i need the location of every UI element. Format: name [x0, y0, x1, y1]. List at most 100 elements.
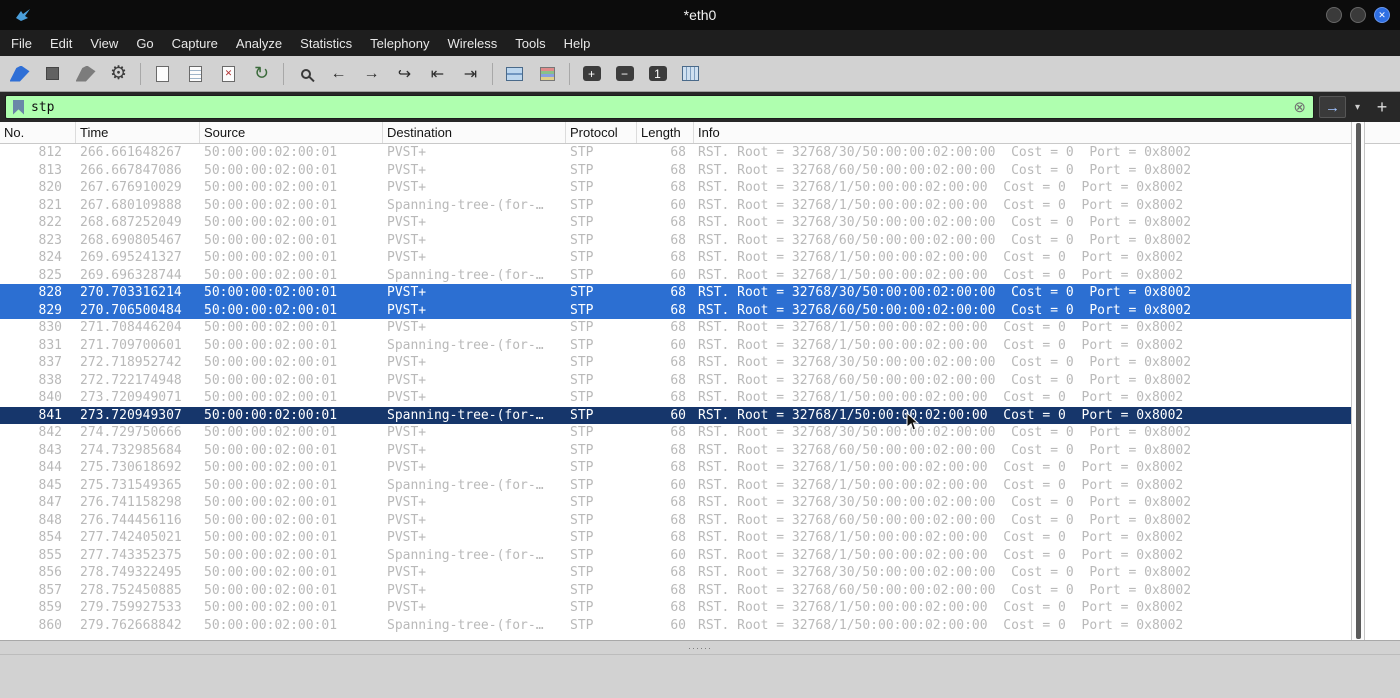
packet-row[interactable]: 824 269.695241327 50:00:00:02:00:01 PVST+ ST… — [0, 249, 1351, 267]
main-toolbar: ⚙ ✕ ↻ ← → ↪ ⇤ ⇥ + −1 — [0, 56, 1400, 92]
menu-file[interactable]: File — [2, 32, 41, 55]
cell-destination: PVST+ — [387, 250, 427, 265]
find-packet-button[interactable] — [290, 60, 321, 88]
packet-row[interactable]: 848 276.744456116 50:00:00:02:00:01 PVST+ ST… — [0, 512, 1351, 530]
column-header-source[interactable]: Source — [200, 122, 383, 143]
packet-row[interactable]: 842 274.729750666 50:00:00:02:00:01 PVST+ ST… — [0, 424, 1351, 442]
column-header-info[interactable]: Info — [694, 122, 1400, 143]
cell-no: 843 — [38, 442, 62, 458]
column-header-time[interactable]: Time — [76, 122, 200, 143]
cell-no: 830 — [38, 320, 62, 335]
packet-row[interactable]: 857 278.752450885 50:00:00:02:00:01 PVST+ ST… — [0, 582, 1351, 600]
cell-info: RST. Root = 32768/1/50:00:00:02:00:00 Co… — [698, 180, 1184, 195]
menu-help[interactable]: Help — [555, 32, 600, 55]
packet-row[interactable]: 825 269.696328744 50:00:00:02:00:01 Spannin… — [0, 267, 1351, 285]
packet-row[interactable]: 856 278.749322495 50:00:00:02:00:01 PVST+ ST… — [0, 564, 1351, 582]
colorize-button[interactable] — [532, 60, 563, 88]
close-button[interactable]: ✕ — [1374, 7, 1390, 23]
save-file-button[interactable] — [180, 60, 211, 88]
toolbar-separator — [140, 62, 141, 85]
scrollbar-thumb[interactable] — [1356, 123, 1361, 639]
zoom-in-button[interactable]: + — [576, 60, 607, 88]
packet-row[interactable]: 859 279.759927533 50:00:00:02:00:01 PVST+ ST… — [0, 599, 1351, 617]
cell-source: 50:00:00:02:00:01 — [204, 267, 338, 283]
cell-length: 60 — [670, 477, 686, 493]
go-to-packet-button[interactable]: ↪ — [389, 60, 420, 88]
menu-go[interactable]: Go — [127, 32, 162, 55]
cell-no: 828 — [38, 285, 62, 300]
packet-row[interactable]: 837 272.718952742 50:00:00:02:00:01 PVST+ ST… — [0, 354, 1351, 372]
packet-row[interactable]: 845 275.731549365 50:00:00:02:00:01 Spannin… — [0, 477, 1351, 495]
packet-row[interactable]: 840 273.720949071 50:00:00:02:00:01 PVST+ ST… — [0, 389, 1351, 407]
filter-add-button[interactable]: + — [1369, 97, 1395, 118]
close-file-button[interactable]: ✕ — [213, 60, 244, 88]
zoom-original-button[interactable]: 1 — [642, 60, 673, 88]
packet-row[interactable]: 841 273.720949307 50:00:00:02:00:01 Spannin… — [0, 406, 1351, 424]
column-header-protocol[interactable]: Protocol — [566, 122, 637, 143]
packet-row[interactable]: 830 271.708446204 50:00:00:02:00:01 PVST+ ST… — [0, 319, 1351, 337]
display-filter-input[interactable]: stp ⊗ — [5, 95, 1314, 119]
cell-destination: Spanning-tree-(for-… — [387, 617, 544, 633]
menu-view[interactable]: View — [81, 32, 127, 55]
packet-row[interactable]: 828 270.703316214 50:00:00:02:00:01 PVST+ ST… — [0, 284, 1351, 302]
filter-apply-button[interactable]: → — [1319, 96, 1346, 118]
zoom-out-button[interactable]: − — [609, 60, 640, 88]
menu-statistics[interactable]: Statistics — [291, 32, 361, 55]
stop-capture-button[interactable] — [37, 60, 68, 88]
packet-row[interactable]: 820 267.676910029 50:00:00:02:00:01 PVST+ ST… — [0, 179, 1351, 197]
kali-logo-icon — [14, 6, 32, 24]
cell-length: 60 — [670, 617, 686, 633]
pane-splitter[interactable]: ······ — [0, 640, 1400, 654]
packet-row[interactable]: 829 270.706500484 50:00:00:02:00:01 PVST+ ST… — [0, 301, 1351, 319]
packet-row[interactable]: 813 266.667847086 50:00:00:02:00:01 PVST+ ST… — [0, 162, 1351, 180]
packet-row[interactable]: 844 275.730618692 50:00:00:02:00:01 PVST+ ST… — [0, 459, 1351, 477]
cell-source: 50:00:00:02:00:01 — [204, 302, 338, 318]
cell-protocol: STP — [570, 460, 594, 475]
packet-row[interactable]: 822 268.687252049 50:00:00:02:00:01 PVST+ ST… — [0, 214, 1351, 232]
menu-edit[interactable]: Edit — [41, 32, 81, 55]
packet-row[interactable]: 823 268.690805467 50:00:00:02:00:01 PVST+ ST… — [0, 232, 1351, 250]
column-header-length[interactable]: Length — [637, 122, 694, 143]
menu-tools[interactable]: Tools — [506, 32, 554, 55]
menu-capture[interactable]: Capture — [163, 32, 227, 55]
packet-row[interactable]: 821 267.680109888 50:00:00:02:00:01 Spannin… — [0, 197, 1351, 215]
start-capture-button[interactable] — [4, 60, 35, 88]
menu-wireless[interactable]: Wireless — [438, 32, 506, 55]
cell-length: 68 — [670, 285, 686, 300]
packet-row[interactable]: 812 266.661648267 50:00:00:02:00:01 PVST+ ST… — [0, 144, 1351, 162]
packet-row[interactable]: 855 277.743352375 50:00:00:02:00:01 Spannin… — [0, 547, 1351, 565]
packet-row[interactable]: 854 277.742405021 50:00:00:02:00:01 PVST+ ST… — [0, 529, 1351, 547]
capture-options-button[interactable]: ⚙ — [103, 60, 134, 88]
go-forward-button[interactable]: → — [356, 60, 387, 88]
reload-file-button[interactable]: ↻ — [246, 60, 277, 88]
column-header-destination[interactable]: Destination — [383, 122, 566, 143]
maximize-button[interactable] — [1350, 7, 1366, 23]
go-back-button[interactable]: ← — [323, 60, 354, 88]
minimize-button[interactable] — [1326, 7, 1342, 23]
menu-analyze[interactable]: Analyze — [227, 32, 291, 55]
menu-telephony[interactable]: Telephony — [361, 32, 438, 55]
restart-capture-button[interactable] — [70, 60, 101, 88]
go-first-packet-button[interactable]: ⇤ — [422, 60, 453, 88]
filter-value: stp — [31, 99, 55, 115]
document-lines-icon — [189, 65, 202, 82]
packet-row[interactable]: 847 276.741158298 50:00:00:02:00:01 PVST+ ST… — [0, 494, 1351, 512]
packet-row[interactable]: 831 271.709700601 50:00:00:02:00:01 Spannin… — [0, 337, 1351, 355]
menubar: File Edit View Go Capture Analyze Statis… — [0, 30, 1400, 56]
resize-columns-button[interactable] — [675, 60, 706, 88]
go-last-packet-button[interactable]: ⇥ — [455, 60, 486, 88]
autoscroll-icon — [506, 66, 523, 81]
autoscroll-button[interactable] — [499, 60, 530, 88]
cell-length: 60 — [670, 337, 686, 353]
filter-dropdown-caret-icon[interactable]: ▾ — [1351, 102, 1364, 113]
filter-bookmark-icon[interactable] — [13, 99, 24, 115]
column-header-no[interactable]: No. — [0, 122, 76, 143]
packet-row[interactable]: 838 272.722174948 50:00:00:02:00:01 PVST+ ST… — [0, 372, 1351, 390]
filter-clear-icon[interactable]: ⊗ — [1293, 100, 1306, 115]
vertical-scrollbar[interactable] — [1351, 122, 1365, 640]
packet-row[interactable]: 860 279.762668842 50:00:00:02:00:01 Spannin… — [0, 617, 1351, 635]
packet-list-pane: No. Time Source Destination Protocol Len… — [0, 122, 1400, 640]
packet-row[interactable]: 843 274.732985684 50:00:00:02:00:01 PVST+ ST… — [0, 442, 1351, 460]
open-file-button[interactable] — [147, 60, 178, 88]
cell-destination: PVST+ — [387, 495, 427, 510]
